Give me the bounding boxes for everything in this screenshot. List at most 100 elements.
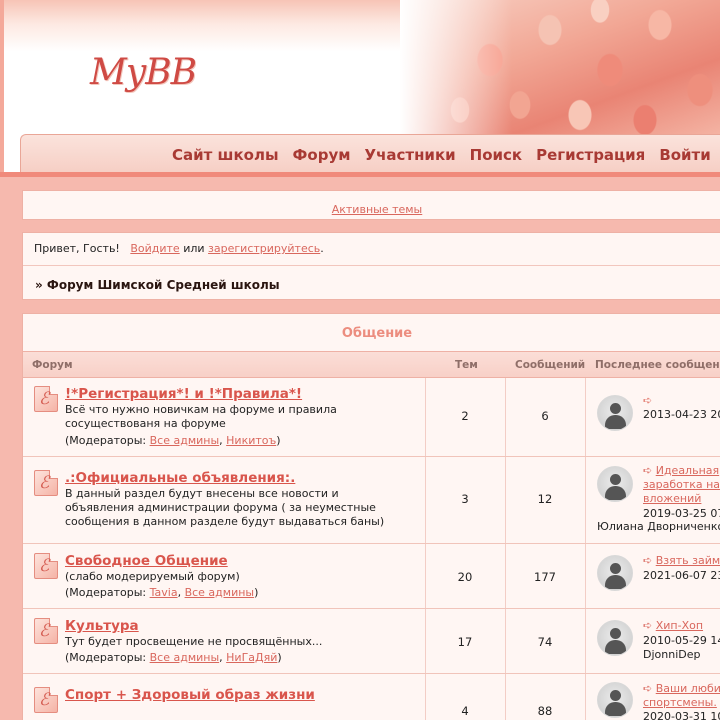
last-post-topic: ➪ Взять займ	[643, 554, 720, 568]
forum-row: Спорт + Здоровый образ жизни 4 88 ➪ Ваши…	[23, 674, 720, 720]
last-post-date: 2019-03-25 07	[643, 507, 720, 520]
avatar-icon	[597, 555, 633, 591]
site-logo[interactable]: MyBB	[90, 52, 197, 93]
col-last-post: Последнее сообщение	[595, 359, 720, 371]
menu-school-site[interactable]: Сайт школы	[172, 146, 279, 164]
moderators-label: (Модераторы:	[65, 651, 150, 664]
arrow-icon[interactable]: ➪	[643, 394, 652, 407]
menu-login[interactable]: Войти	[659, 146, 710, 164]
forum-icon	[34, 553, 58, 579]
moderators-label: (Модераторы:	[65, 586, 150, 599]
forum-icon	[34, 386, 58, 412]
moderator-link[interactable]: Никитоъ	[226, 434, 276, 447]
active-topics-box: Активные темы	[22, 190, 720, 220]
cell-divider	[585, 457, 586, 543]
forum-description: Тут будет просвещение не просвящённых...	[65, 635, 323, 648]
forum-row: .:Официальные объявления:. В данный разд…	[23, 457, 720, 544]
forum-moderators: (Модераторы: Tavia, Все админы)	[65, 586, 258, 599]
moderator-link[interactable]: Все админы	[150, 651, 220, 664]
header-divider	[0, 172, 720, 177]
topics-count: 20	[457, 570, 473, 584]
menu-register[interactable]: Регистрация	[536, 146, 645, 164]
forum-icon	[34, 687, 58, 713]
header: MyBB Сайт школы Форум Участники Поиск Ре…	[0, 0, 720, 172]
col-forum: Форум	[32, 359, 73, 371]
welcome-box: Привет, Гость! Войдите или зарегистрируй…	[22, 232, 720, 300]
last-post-date: 2013-04-23 20	[643, 408, 720, 421]
cell-divider	[585, 609, 586, 673]
last-post-link[interactable]: Взять займ	[656, 554, 720, 567]
forum-title[interactable]: !*Регистрация*! и !*Правила*!	[65, 386, 302, 402]
cell-divider	[585, 674, 586, 720]
avatar-icon	[597, 682, 633, 718]
forum-title[interactable]: Свободное Общение	[65, 553, 228, 569]
forum-description: Всё что нужно новичкам на форуме и прави…	[65, 403, 337, 430]
last-post-topic: ➪ Хип-Хоп	[643, 619, 720, 633]
avatar-icon	[597, 466, 633, 502]
table-header: Форум Тем Сообщений Последнее сообщение	[23, 352, 720, 378]
moderator-link[interactable]: Tavia	[150, 586, 178, 599]
forum-moderators: (Модераторы: Все админы, Никитоъ)	[65, 434, 281, 447]
last-post-link[interactable]: Хип-Хоп	[656, 619, 703, 632]
main-menu: Сайт школы Форум Участники Поиск Регистр…	[172, 146, 711, 164]
welcome-line: Привет, Гость! Войдите или зарегистрируй…	[34, 242, 324, 255]
forum-description: В данный раздел будут внесены все новост…	[65, 487, 385, 528]
forum-title[interactable]: Культура	[65, 618, 139, 634]
forum-row: Свободное Общение (слабо модерируемый фо…	[23, 544, 720, 609]
arrow-icon: ➪	[643, 619, 653, 632]
last-post-date: 2020-03-31 10	[643, 710, 720, 720]
header-tulip-banner	[400, 0, 720, 134]
active-topics-link[interactable]: Активные темы	[332, 203, 423, 216]
cell-divider	[585, 378, 586, 456]
login-link[interactable]: Войдите	[130, 242, 179, 255]
cell-divider	[585, 544, 586, 608]
forum-row: !*Регистрация*! и !*Правила*! Всё что ну…	[23, 378, 720, 457]
last-post-date: 2010-05-29 14	[643, 634, 720, 647]
avatar-icon	[597, 620, 633, 656]
greeting-text: Привет, Гость!	[34, 242, 120, 255]
posts-count: 88	[537, 704, 553, 718]
menu-forum[interactable]: Форум	[293, 146, 351, 164]
last-post-link[interactable]: Идеальная заработка на вложений	[643, 464, 720, 505]
last-post-date: 2021-06-07 23	[643, 569, 720, 582]
forum-icon	[34, 470, 58, 496]
posts-count: 12	[537, 492, 553, 506]
last-post-topic: ➪ Идеальная заработка на вложений	[643, 464, 720, 506]
arrow-icon: ➪	[643, 554, 653, 567]
last-post-topic: ➪ Ваши люби спортсмены.	[643, 682, 720, 710]
forum-row: Культура Тут будет просвещение не просвя…	[23, 609, 720, 674]
header-left-border	[0, 0, 4, 172]
or-text: или	[183, 242, 205, 255]
forum-moderators: (Модераторы: Все админы, НиГаДяй)	[65, 651, 282, 664]
menu-members[interactable]: Участники	[365, 146, 456, 164]
moderator-link[interactable]: Все админы	[150, 434, 220, 447]
forum-title[interactable]: Спорт + Здоровый образ жизни	[65, 687, 315, 703]
register-link[interactable]: зарегистрируйтесь	[208, 242, 320, 255]
topics-count: 2	[461, 409, 469, 423]
moderators-end: )	[276, 434, 281, 447]
posts-count: 74	[537, 635, 553, 649]
forum-title[interactable]: .:Официальные объявления:.	[65, 470, 295, 486]
welcome-separator	[23, 265, 720, 266]
posts-count: 6	[541, 409, 549, 423]
moderators-end: )	[277, 651, 282, 664]
period-text: .	[320, 242, 324, 255]
last-post-user[interactable]: DjonniDep	[643, 648, 700, 661]
last-post-link[interactable]: Ваши люби спортсмены.	[643, 682, 720, 709]
moderators-end: )	[254, 586, 259, 599]
forum-description: (слабо модерируемый форум)	[65, 570, 240, 583]
arrow-icon: ➪	[643, 682, 653, 695]
moderator-link[interactable]: Все админы	[185, 586, 255, 599]
avatar-icon	[597, 395, 633, 431]
menu-search[interactable]: Поиск	[470, 146, 522, 164]
moderator-link[interactable]: НиГаДяй	[226, 651, 277, 664]
category-title[interactable]: Общение	[23, 314, 720, 352]
topics-count: 17	[457, 635, 473, 649]
last-post-user[interactable]: Юлиана Дворниченко	[597, 520, 720, 533]
topics-count: 3	[461, 492, 469, 506]
col-topics: Тем	[455, 359, 478, 371]
moderators-label: (Модераторы:	[65, 434, 150, 447]
breadcrumb[interactable]: » Форум Шимской Средней школы	[35, 278, 280, 292]
comma: ,	[177, 586, 185, 599]
col-posts: Сообщений	[515, 359, 586, 371]
